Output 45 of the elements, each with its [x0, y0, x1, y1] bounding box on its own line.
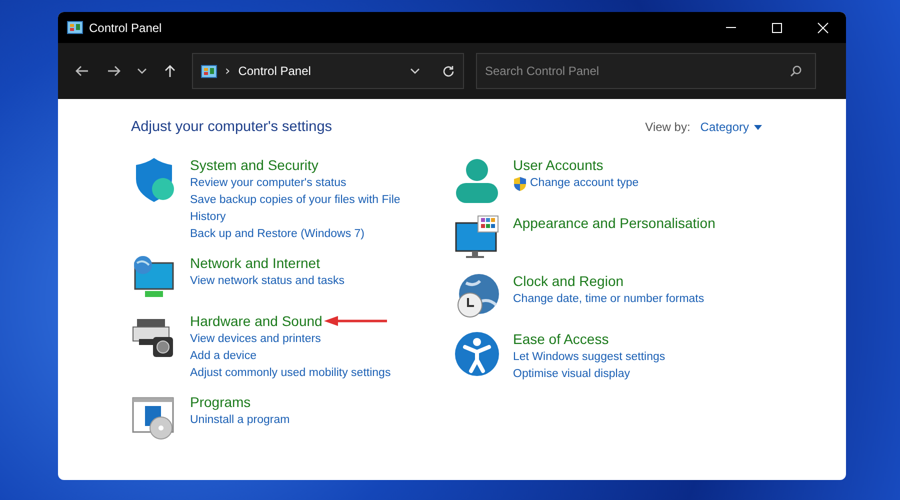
refresh-icon[interactable]: [442, 64, 455, 78]
category-link[interactable]: System and Security: [190, 155, 318, 175]
task-link[interactable]: View devices and printers: [190, 331, 321, 348]
category-link[interactable]: Clock and Region: [513, 271, 624, 291]
minimize-icon: [726, 27, 736, 28]
maximize-icon: [771, 22, 783, 34]
view-by-dropdown[interactable]: Category: [700, 120, 762, 134]
pointer-arrow: [324, 316, 388, 326]
accessibility-icon[interactable]: [454, 331, 500, 377]
view-by-label: View by:: [645, 120, 690, 134]
monitor-palette-icon[interactable]: [454, 215, 500, 261]
breadcrumb[interactable]: Control Panel: [238, 64, 311, 78]
category-link[interactable]: Hardware and Sound: [190, 311, 322, 331]
task-link[interactable]: Let Windows suggest settings: [513, 349, 666, 366]
back-arrow-icon: [75, 65, 89, 77]
close-icon: [817, 22, 829, 34]
category-link[interactable]: Ease of Access: [513, 329, 609, 349]
task-link[interactable]: Adjust commonly used mobility settings: [190, 365, 391, 382]
task-link[interactable]: Change date, time or number formats: [513, 291, 704, 308]
task-link[interactable]: Change account type: [530, 175, 639, 192]
task-link[interactable]: Back up and Restore (Windows 7): [190, 226, 364, 243]
chevron-down-icon[interactable]: [410, 68, 420, 74]
forward-arrow-icon: [107, 65, 121, 77]
caret-icon: [754, 124, 762, 130]
category-link[interactable]: User Accounts: [513, 155, 604, 175]
search-icon: [790, 65, 802, 77]
up-arrow-icon: [164, 64, 176, 78]
user-icon[interactable]: [454, 157, 500, 203]
category-link[interactable]: Programs: [190, 392, 251, 412]
task-link[interactable]: Uninstall a program: [190, 412, 290, 429]
address-bar[interactable]: › Control Panel: [192, 53, 464, 89]
page-heading: Adjust your computer's settings: [131, 119, 332, 135]
window-title: Control Panel: [89, 20, 162, 34]
task-link[interactable]: Review your computer's status: [190, 175, 346, 192]
chevron-down-icon: [137, 68, 147, 74]
category-link[interactable]: Appearance and Personalisation: [513, 213, 716, 233]
task-link[interactable]: Save backup copies of your files with File History: [190, 192, 415, 226]
task-link[interactable]: Optimise visual display: [513, 366, 630, 383]
control-panel-icon: [201, 64, 217, 78]
breadcrumb-separator: ›: [225, 64, 230, 78]
control-panel-icon: [67, 21, 83, 34]
search-field[interactable]: Search Control Panel: [476, 53, 816, 89]
task-link[interactable]: View network status and tasks: [190, 273, 344, 290]
task-link[interactable]: Add a device: [190, 348, 256, 365]
category-link[interactable]: Network and Internet: [190, 253, 320, 273]
